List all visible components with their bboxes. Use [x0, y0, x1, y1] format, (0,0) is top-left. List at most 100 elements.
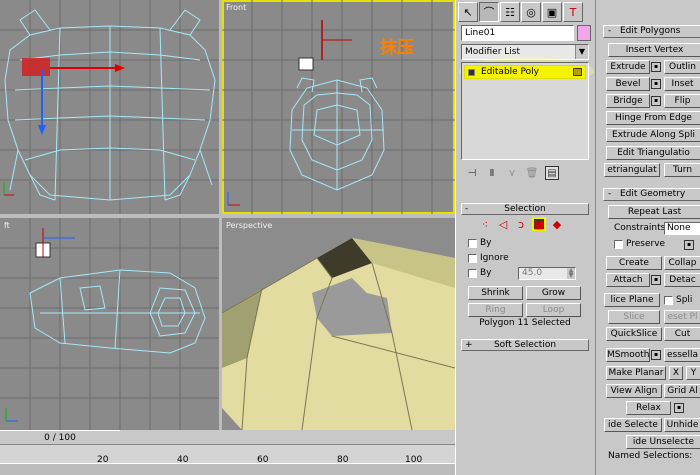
- angle-spinner[interactable]: 45.0 ▲ ▼: [518, 267, 576, 280]
- top-viewport[interactable]: [0, 0, 219, 214]
- planar-x-button[interactable]: X: [669, 366, 683, 380]
- perspective-viewport[interactable]: Perspective: [222, 218, 455, 430]
- attach-button[interactable]: Attach: [606, 273, 650, 287]
- object-color-swatch[interactable]: [577, 25, 591, 41]
- command-panel: ↖ ⌒ ☷ ◎ ▣ T Line01 Modifier List ▼ Edita…: [455, 0, 595, 475]
- insert-vertex-button[interactable]: Insert Vertex: [608, 43, 700, 57]
- perspective-viewport-label: Perspective: [226, 221, 273, 230]
- border-icon[interactable]: ↄ: [514, 217, 528, 231]
- loop-button[interactable]: Loop: [526, 303, 581, 317]
- relax-settings-icon[interactable]: ▪: [674, 403, 684, 413]
- create-button[interactable]: Create: [606, 256, 662, 270]
- grow-button[interactable]: Grow: [526, 286, 581, 300]
- bevel-settings-icon[interactable]: ▪: [651, 79, 661, 89]
- make-unique-icon[interactable]: ⋎: [505, 166, 519, 180]
- view-align-button[interactable]: View Align: [606, 384, 662, 398]
- named-selections-label: Named Selections:: [608, 451, 693, 461]
- bevel-button[interactable]: Bevel: [606, 77, 650, 91]
- msmooth-settings-icon[interactable]: ▪: [651, 350, 661, 360]
- create-tab[interactable]: ↖: [458, 2, 478, 22]
- quickslice-button[interactable]: QuickSlice: [606, 327, 662, 341]
- time-slider[interactable]: 0 / 100: [0, 430, 120, 444]
- hide-selected-button[interactable]: ide Selecte: [604, 418, 662, 432]
- collapse-button[interactable]: Collap: [664, 256, 700, 270]
- expand-icon[interactable]: [468, 69, 475, 76]
- grid-align-button[interactable]: Grid Al: [664, 384, 700, 398]
- status-bar: [0, 463, 455, 475]
- retriangulate-button[interactable]: etriangulat: [604, 163, 660, 177]
- edge-icon[interactable]: ◁: [496, 217, 510, 231]
- unhide-all-button[interactable]: Unhide: [664, 418, 700, 432]
- inset-button[interactable]: Inset: [664, 77, 700, 91]
- preserve-uvs-checkbox[interactable]: Preserve: [614, 239, 665, 249]
- modify-tab[interactable]: ⌒: [479, 2, 499, 22]
- remove-modifier-icon[interactable]: 🗑: [525, 166, 539, 180]
- bend-icon: ⌒: [483, 6, 495, 19]
- hide-unselected-button[interactable]: ide Unselecte: [626, 435, 700, 449]
- preserve-settings-icon[interactable]: ▪: [684, 240, 694, 250]
- front-viewport-label: Front: [226, 3, 247, 12]
- cut-button[interactable]: Cut: [664, 327, 700, 341]
- shrink-button[interactable]: Shrink: [468, 286, 523, 300]
- bridge-button[interactable]: Bridge: [606, 94, 650, 108]
- flip-button[interactable]: Flip: [664, 94, 700, 108]
- msmooth-button[interactable]: MSmooth: [606, 348, 650, 362]
- edit-triangulation-button[interactable]: Edit Triangulatio: [606, 146, 700, 160]
- edit-polygons-rollout-header[interactable]: - Edit Polygons: [603, 25, 700, 38]
- extrude-along-spline-button[interactable]: Extrude Along Spli: [606, 128, 700, 142]
- spinner-arrows-icon[interactable]: ▲ ▼: [567, 268, 575, 279]
- polygon-icon[interactable]: ■: [532, 217, 546, 231]
- hinge-from-edge-button[interactable]: Hinge From Edge: [606, 111, 700, 125]
- utilities-tab[interactable]: T: [563, 2, 583, 22]
- stack-visibility-icon[interactable]: [573, 68, 582, 76]
- ignore-backfacing-checkbox[interactable]: Ignore: [468, 253, 509, 263]
- detach-button[interactable]: Detac: [664, 273, 700, 287]
- pointer-icon: ↖: [463, 5, 473, 19]
- edit-geometry-rollout-header[interactable]: - Edit Geometry: [603, 188, 700, 201]
- tessellate-button[interactable]: essella: [664, 348, 700, 362]
- perspective-viewport-mesh: [222, 238, 455, 430]
- motion-tab[interactable]: ◎: [521, 2, 541, 22]
- hierarchy-icon: ☷: [505, 5, 515, 19]
- front-viewport-mesh: [222, 0, 455, 214]
- show-end-result-icon[interactable]: Ⅱ: [485, 166, 499, 180]
- element-icon[interactable]: ◆: [550, 217, 564, 231]
- by-vertex-checkbox[interactable]: By: [468, 238, 492, 248]
- stack-item-editable-poly[interactable]: Editable Poly: [464, 65, 586, 79]
- bridge-settings-icon[interactable]: ▪: [651, 96, 661, 106]
- constraints-label: Constraints:: [614, 223, 669, 233]
- viewport-splitter-horizontal[interactable]: [0, 214, 455, 218]
- attach-settings-icon[interactable]: ▪: [651, 275, 661, 285]
- ring-button[interactable]: Ring: [468, 303, 523, 317]
- constraints-dropdown[interactable]: None: [664, 222, 700, 235]
- extrude-button[interactable]: Extrude: [606, 60, 650, 74]
- object-name-field[interactable]: Line01: [461, 25, 574, 41]
- extrude-settings-icon[interactable]: ▪: [651, 62, 661, 72]
- by-angle-checkbox[interactable]: By: [468, 268, 492, 278]
- relax-button[interactable]: Relax: [626, 401, 671, 415]
- make-planar-button[interactable]: Make Planar: [606, 366, 666, 380]
- pin-stack-icon[interactable]: ⊣: [465, 166, 479, 180]
- vertex-icon[interactable]: ⁖: [478, 217, 492, 231]
- stack-toolbar: ⊣ Ⅱ ⋎ 🗑 ▤: [461, 163, 589, 183]
- configure-sets-icon[interactable]: ▤: [545, 166, 559, 180]
- selection-status: Polygon 11 Selected: [479, 318, 571, 328]
- left-viewport[interactable]: ft: [0, 218, 219, 430]
- slice-plane-button[interactable]: lice Plane: [604, 293, 660, 307]
- repeat-last-button[interactable]: Repeat Last: [608, 205, 700, 219]
- slice-button[interactable]: Slice: [608, 310, 660, 324]
- hierarchy-tab[interactable]: ☷: [500, 2, 520, 22]
- top-viewport-mesh: [0, 0, 219, 214]
- front-viewport[interactable]: Front: [222, 0, 455, 214]
- soft-selection-rollout-header[interactable]: + Soft Selection: [461, 339, 589, 351]
- selection-rollout-header[interactable]: - Selection: [461, 203, 589, 215]
- display-tab[interactable]: ▣: [542, 2, 562, 22]
- app-window: Front 抹压 ft Perspective 0 / 100 20 40 60…: [0, 0, 700, 475]
- modifier-stack[interactable]: Editable Poly: [461, 62, 589, 160]
- split-checkbox[interactable]: Spli: [664, 295, 692, 305]
- chevron-down-icon: ▼: [575, 45, 588, 59]
- outline-button[interactable]: Outlin: [664, 60, 700, 74]
- reset-plane-button[interactable]: eset Pl: [664, 310, 700, 324]
- turn-button[interactable]: Turn: [664, 163, 700, 177]
- planar-y-button[interactable]: Y: [686, 366, 700, 380]
